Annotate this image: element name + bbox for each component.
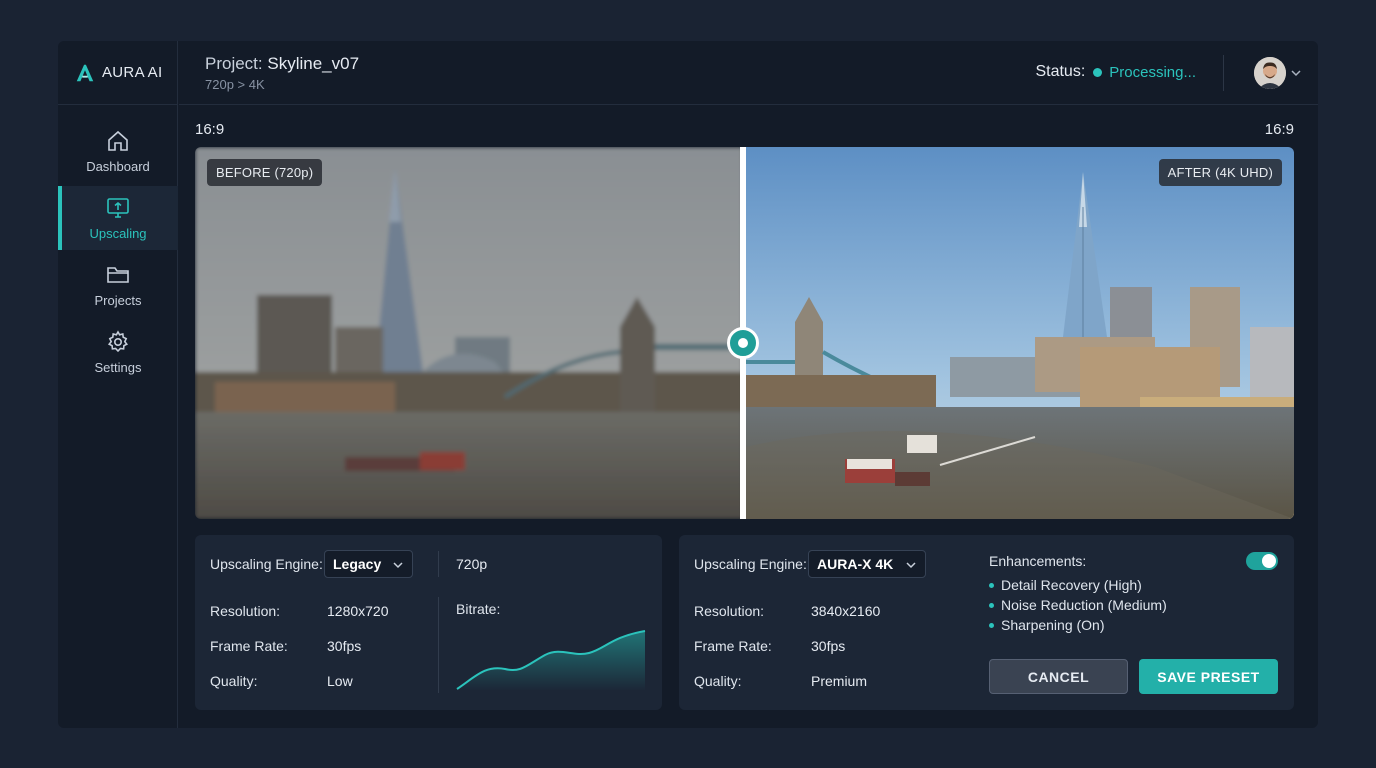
sidebar-item-dashboard[interactable]: Dashboard (58, 119, 178, 183)
sidebar-item-projects[interactable]: Projects (58, 253, 178, 317)
bitrate-sparkline (456, 630, 646, 691)
engine-select-value: AURA-X 4K (817, 556, 894, 572)
header: Project: Skyline_v07 720p > 4K Status: P… (179, 41, 1318, 105)
sidebar-item-upscaling[interactable]: Upscaling (58, 186, 178, 250)
status-label: Status: (1035, 63, 1086, 80)
chevron-down-icon (393, 562, 403, 569)
divider (438, 597, 439, 693)
project-title: Project: Skyline_v07 (205, 54, 359, 74)
aura-logo-icon (76, 64, 94, 81)
comparison-viewer[interactable]: BEFORE (720p) AFTER (4K UHD) (195, 147, 1294, 519)
divider (438, 551, 439, 577)
quality-label: Quality: (210, 673, 258, 689)
aspect-label-left: 16:9 (195, 121, 225, 138)
split-handle[interactable] (727, 327, 759, 359)
home-icon (108, 130, 128, 151)
framerate-value: 30fps (327, 638, 362, 654)
engine-select-legacy[interactable]: Legacy (324, 550, 413, 578)
quality-label: Quality: (694, 673, 742, 689)
sidebar-item-label: Settings (94, 359, 142, 375)
sidebar-item-label: Upscaling (89, 225, 147, 241)
engine-label: Upscaling Engine: (210, 556, 323, 572)
brand-name: AURA AI (102, 64, 163, 81)
quality-value: Premium (811, 673, 868, 689)
upscale-monitor-icon (107, 197, 129, 218)
enhancement-item: Sharpening (On) (989, 617, 1105, 633)
handle-dot-icon (738, 338, 748, 348)
status-indicator: Status: Processing... (1035, 63, 1196, 81)
resolution-label: Resolution: (694, 603, 765, 619)
sidebar-item-label: Projects (94, 292, 142, 308)
after-settings-panel: Upscaling Engine: AURA-X 4K Resolution: … (679, 535, 1294, 710)
chevron-down-icon (906, 562, 916, 569)
engine-select-value: Legacy (333, 556, 382, 572)
chevron-down-icon[interactable] (1290, 67, 1302, 79)
framerate-value: 30fps (811, 638, 846, 654)
header-divider (1223, 55, 1224, 91)
engine-select-aura[interactable]: AURA-X 4K (808, 550, 926, 578)
framerate-label: Frame Rate: (210, 638, 288, 654)
sidebar-item-settings[interactable]: Settings (58, 320, 178, 384)
folder-icon (107, 266, 129, 283)
sidebar: AURA AI Dashboard Upscaling Projects Set… (58, 41, 178, 728)
engine-label: Upscaling Engine: (694, 556, 807, 572)
project-name: Skyline_v07 (267, 54, 360, 73)
before-settings-panel: Upscaling Engine: Legacy 720p Resolution… (195, 535, 662, 710)
brand[interactable]: AURA AI (58, 41, 178, 105)
after-badge: AFTER (4K UHD) (1158, 159, 1282, 186)
cancel-button[interactable]: CANCEL (989, 659, 1128, 694)
enhancement-item: Detail Recovery (High) (989, 577, 1142, 593)
resolution-value: 3840x2160 (811, 603, 881, 619)
user-avatar-icon (1254, 57, 1286, 89)
aspect-label-right: 16:9 (1264, 121, 1294, 138)
enhancements-label: Enhancements: (989, 553, 1087, 569)
framerate-label: Frame Rate: (694, 638, 772, 654)
app-window: AURA AI Dashboard Upscaling Projects Set… (58, 41, 1318, 728)
save-preset-button[interactable]: SAVE PRESET (1139, 659, 1278, 694)
sidebar-item-label: Dashboard (86, 158, 150, 174)
before-badge: BEFORE (720p) (207, 159, 323, 186)
resolution-value: 1280x720 (327, 603, 389, 619)
enhancements-toggle[interactable] (1246, 552, 1278, 570)
resolution-tag: 720p (456, 556, 488, 572)
toggle-knob (1262, 554, 1276, 568)
quality-value: Low (327, 673, 353, 689)
status-value: Processing... (1109, 63, 1196, 81)
project-subtitle: 720p > 4K (205, 77, 265, 92)
bitrate-label: Bitrate: (456, 601, 501, 617)
gear-icon (107, 329, 129, 352)
status-dot-icon (1093, 67, 1103, 77)
enhancement-item: Noise Reduction (Medium) (989, 597, 1167, 613)
sidebar-nav: Dashboard Upscaling Projects Settings (58, 119, 178, 387)
avatar[interactable] (1254, 57, 1286, 89)
project-label: Project: (205, 54, 263, 73)
resolution-label: Resolution: (210, 603, 281, 619)
